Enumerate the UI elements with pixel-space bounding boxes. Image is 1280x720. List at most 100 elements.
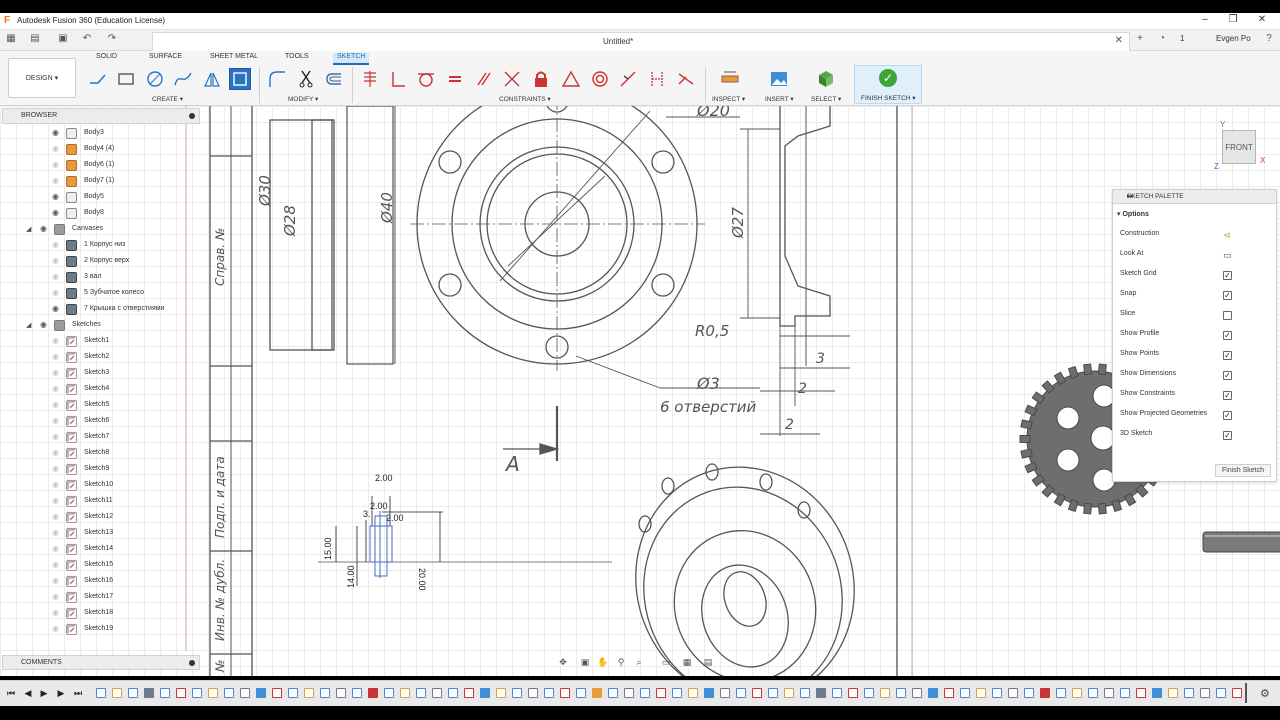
palette-checkbox[interactable]: ✓: [1223, 291, 1232, 300]
visibility-eye-icon[interactable]: ◉: [52, 465, 62, 473]
perpendicular-constraint-icon[interactable]: [387, 68, 409, 90]
visibility-eye-icon[interactable]: ◉: [52, 337, 62, 345]
circle-tool-icon[interactable]: [144, 68, 166, 90]
palette-option[interactable]: Show Projected Geometries ✓: [1120, 410, 1270, 424]
timeline-feature-icon[interactable]: [544, 688, 554, 698]
visibility-eye-icon[interactable]: ◉: [52, 481, 62, 489]
palette-checkbox[interactable]: ✓: [1223, 431, 1232, 440]
browser-header[interactable]: BROWSER: [2, 108, 200, 124]
timeline-feature-icon[interactable]: [560, 688, 570, 698]
timeline-feature-icon[interactable]: [864, 688, 874, 698]
redo-icon[interactable]: ↷: [105, 33, 119, 47]
visibility-eye-icon[interactable]: ◉: [40, 225, 50, 233]
palette-option[interactable]: Snap ✓: [1120, 290, 1270, 304]
visibility-eye-icon[interactable]: ◉: [52, 369, 62, 377]
concentric-constraint-icon[interactable]: [589, 68, 611, 90]
visibility-eye-icon[interactable]: ◉: [52, 193, 62, 201]
palette-option[interactable]: Show Points ✓: [1120, 350, 1270, 364]
comments-panel[interactable]: COMMENTS: [2, 655, 200, 670]
timeline-feature-icon[interactable]: [848, 688, 858, 698]
project-tool-icon[interactable]: [229, 68, 251, 90]
timeline-feature-icon[interactable]: [144, 688, 154, 698]
timeline-feature-icon[interactable]: [960, 688, 970, 698]
timeline-feature-icon[interactable]: [320, 688, 330, 698]
timeline-feature-icon[interactable]: [304, 688, 314, 698]
file-menu-icon[interactable]: ▤: [28, 33, 42, 47]
finish-sketch-palette-button[interactable]: Finish Sketch: [1215, 464, 1271, 477]
create-menu[interactable]: CREATE ▾: [152, 95, 183, 103]
timeline-feature-icon[interactable]: [1024, 688, 1034, 698]
timeline-feature-icon[interactable]: [1168, 688, 1178, 698]
help-icon[interactable]: ?: [1262, 33, 1276, 47]
visibility-eye-icon[interactable]: ◉: [52, 593, 62, 601]
timeline-settings-gear-icon[interactable]: ⚙: [1260, 687, 1270, 700]
palette-option[interactable]: 3D Sketch ✓: [1120, 430, 1270, 444]
palette-checkbox[interactable]: ✓: [1223, 271, 1232, 280]
timeline-feature-icon[interactable]: [576, 688, 586, 698]
minimize-icon[interactable]: –: [1195, 14, 1215, 28]
view-cube-front-face[interactable]: FRONT: [1222, 130, 1256, 164]
timeline-feature-icon[interactable]: [624, 688, 634, 698]
timeline-feature-icon[interactable]: [688, 688, 698, 698]
timeline-feature-icon[interactable]: [352, 688, 362, 698]
maximize-icon[interactable]: ❐: [1223, 14, 1243, 28]
tab-sheet-metal[interactable]: SHEET METAL: [206, 53, 262, 65]
visibility-eye-icon[interactable]: ◉: [52, 577, 62, 585]
collinear-constraint-icon[interactable]: [675, 68, 697, 90]
save-icon[interactable]: ▣: [56, 33, 70, 47]
comments-pin-icon[interactable]: [189, 660, 195, 666]
timeline-feature-icon[interactable]: [464, 688, 474, 698]
select-menu[interactable]: SELECT ▾: [811, 95, 841, 103]
timeline-feature-icon[interactable]: [1040, 688, 1050, 698]
horizontal-vertical-constraint-icon[interactable]: [646, 68, 668, 90]
insert-image-icon[interactable]: [768, 68, 790, 90]
timeline-feature-icon[interactable]: [192, 688, 202, 698]
coincident-constraint-icon[interactable]: [359, 68, 381, 90]
visibility-eye-icon[interactable]: ◉: [52, 433, 62, 441]
expand-triangle-icon[interactable]: ◢: [26, 225, 31, 233]
visibility-eye-icon[interactable]: ◉: [52, 257, 62, 265]
timeline-feature-icon[interactable]: [1200, 688, 1210, 698]
finish-sketch-button[interactable]: ✓ FINISH SKETCH ▾: [854, 65, 922, 104]
fit-icon[interactable]: ⌕: [632, 657, 646, 669]
timeline-feature-icon[interactable]: [912, 688, 922, 698]
timeline-feature-icon[interactable]: [1120, 688, 1130, 698]
timeline-feature-icon[interactable]: [432, 688, 442, 698]
timeline-feature-icon[interactable]: [704, 688, 714, 698]
timeline-feature-icon[interactable]: [1152, 688, 1162, 698]
timeline-feature-icon[interactable]: [416, 688, 426, 698]
visibility-eye-icon[interactable]: ◉: [52, 161, 62, 169]
zoom-icon[interactable]: ⚲: [614, 657, 628, 669]
options-header[interactable]: ▾ Options: [1117, 210, 1149, 218]
timeline-feature-icon[interactable]: [1072, 688, 1082, 698]
timeline-feature-icon[interactable]: [512, 688, 522, 698]
tab-surface[interactable]: SURFACE: [145, 53, 186, 65]
symmetry-constraint-icon[interactable]: [501, 68, 523, 90]
insert-menu[interactable]: INSERT ▾: [765, 95, 794, 103]
timeline-feature-icon[interactable]: [640, 688, 650, 698]
timeline-feature-icon[interactable]: [1136, 688, 1146, 698]
sketch-dim[interactable]: 2.00: [375, 473, 393, 483]
timeline-feature-icon[interactable]: [1008, 688, 1018, 698]
palette-checkbox[interactable]: ✓: [1223, 391, 1232, 400]
fillet-tool-icon[interactable]: [266, 68, 288, 90]
visibility-eye-icon[interactable]: ◉: [52, 449, 62, 457]
timeline-feature-icon[interactable]: [160, 688, 170, 698]
palette-option[interactable]: Show Dimensions ✓: [1120, 370, 1270, 384]
triangle-constraint-icon[interactable]: [560, 68, 582, 90]
equal-constraint-icon[interactable]: [444, 68, 466, 90]
visibility-eye-icon[interactable]: ◉: [52, 177, 62, 185]
visibility-eye-icon[interactable]: ◉: [52, 497, 62, 505]
go-to-end-icon[interactable]: ⏭: [72, 688, 84, 700]
timeline-feature-icon[interactable]: [240, 688, 250, 698]
tangent-constraint-icon[interactable]: [415, 68, 437, 90]
palette-checkbox[interactable]: [1223, 311, 1232, 320]
tab-solid[interactable]: SOLID: [92, 53, 121, 65]
timeline-feature-icon[interactable]: [832, 688, 842, 698]
timeline-feature-icon[interactable]: [752, 688, 762, 698]
palette-checkbox[interactable]: ✓: [1223, 351, 1232, 360]
timeline-feature-icon[interactable]: [400, 688, 410, 698]
palette-option[interactable]: Look At ▭: [1120, 250, 1270, 264]
design-workspace-button[interactable]: DESIGN ▾: [8, 58, 76, 98]
visibility-eye-icon[interactable]: ◉: [52, 561, 62, 569]
